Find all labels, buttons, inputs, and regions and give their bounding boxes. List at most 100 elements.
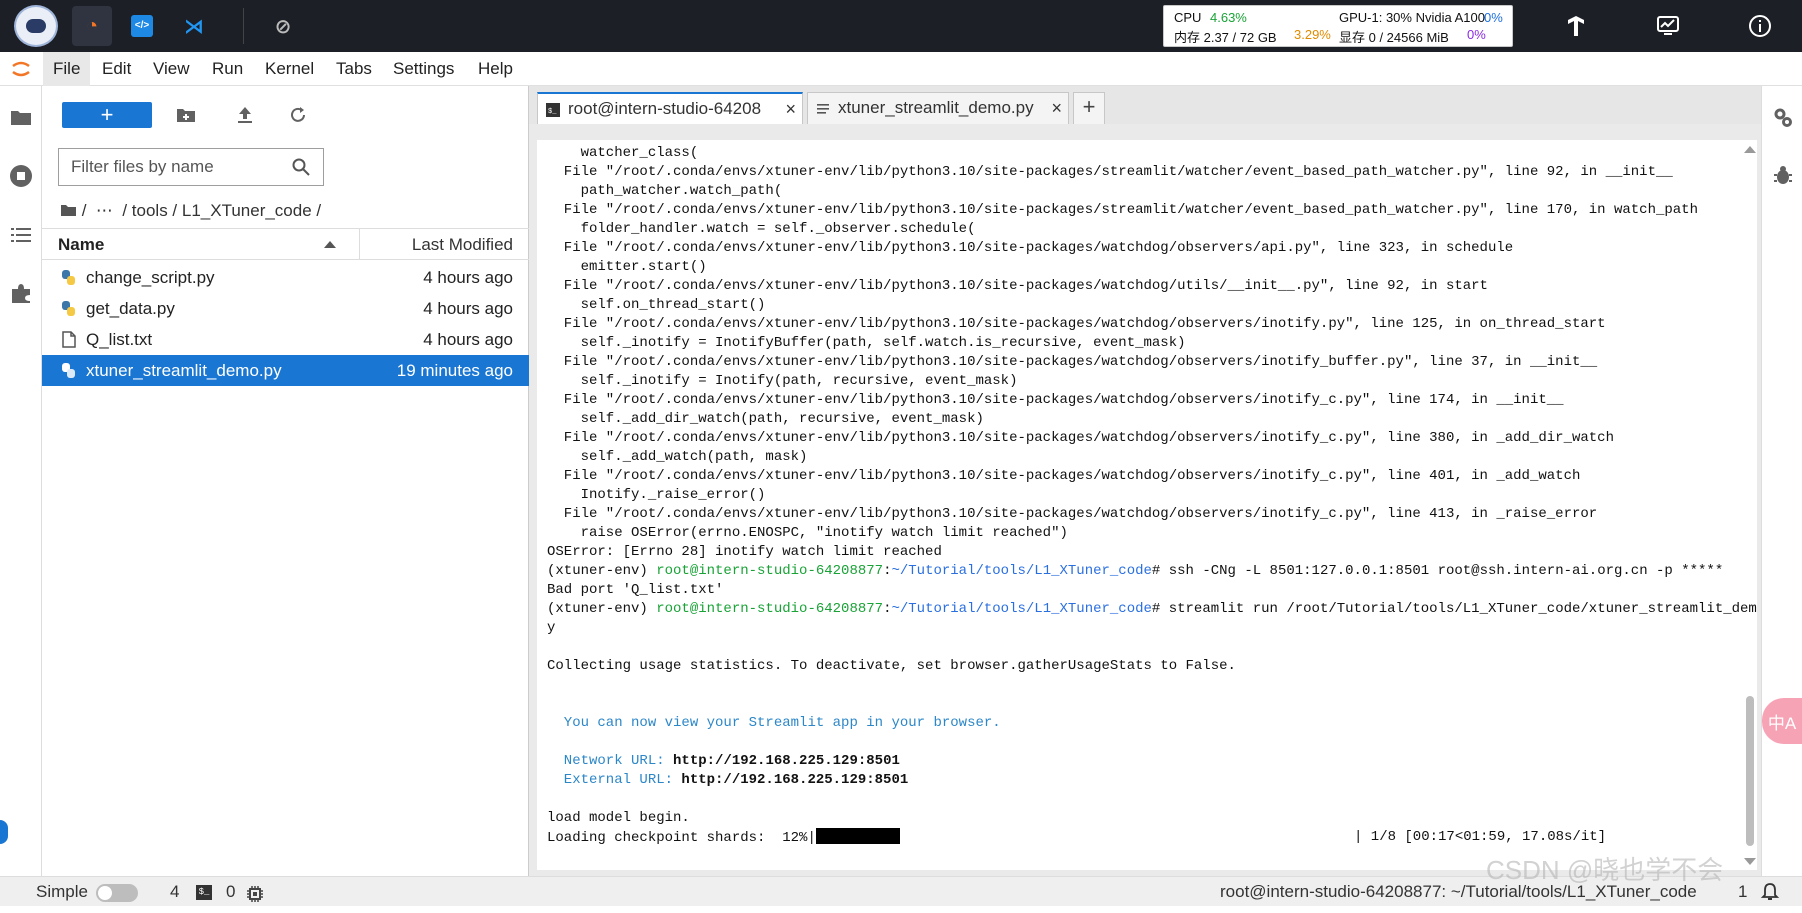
file-row[interactable]: change_script.py 4 hours ago [42, 262, 529, 293]
tab-editor[interactable]: xtuner_streamlit_demo.py × [807, 92, 1069, 124]
terminal-icon[interactable]: $_ [196, 885, 212, 900]
simple-mode-toggle[interactable] [96, 884, 138, 902]
table-of-contents-icon[interactable] [8, 222, 34, 248]
tab-close-icon[interactable]: × [1051, 93, 1062, 123]
scrollbar-thumb[interactable] [1746, 696, 1754, 846]
property-inspector-icon[interactable] [1770, 104, 1796, 130]
file-row[interactable]: Q_list.txt 4 hours ago [42, 324, 529, 355]
network-url[interactable]: http://192.168.225.129:8501 [673, 753, 900, 769]
menu-run[interactable]: Run [202, 52, 253, 86]
file-row-selected[interactable]: xtuner_streamlit_demo.py 19 minutes ago [42, 355, 529, 386]
menu-view[interactable]: View [143, 52, 200, 86]
terminal-icon: $_ [546, 103, 560, 117]
wrapped-line: y [547, 620, 556, 636]
tab-terminal[interactable]: $_ root@intern-studio-64208 × [537, 92, 803, 124]
external-url-line: External URL: http://192.168.225.129:850… [547, 771, 908, 790]
jupyter-app-button[interactable]: ◔ [72, 6, 112, 46]
terminal-line: File "/root/.conda/envs/xtuner-env/lib/p… [547, 164, 1673, 180]
vscode-web-icon: </> [131, 15, 153, 37]
cpu-chip-icon[interactable] [246, 883, 264, 902]
vscode-icon: ⋊ [184, 15, 204, 38]
file-list-header: Name Last Modified [42, 228, 529, 260]
file-name: xtuner_streamlit_demo.py [86, 361, 282, 380]
tensorflow-icon[interactable] [1560, 10, 1592, 42]
terminal-line: File "/root/.conda/envs/xtuner-env/lib/p… [547, 468, 1581, 484]
extensions-icon[interactable] [8, 280, 34, 306]
mem-value: 3.29% [1294, 27, 1331, 42]
jupyter-logo-icon [10, 58, 32, 80]
streamlit-view-msg: You can now view your Streamlit app in y… [547, 715, 1001, 731]
tab-close-icon[interactable]: × [785, 94, 796, 124]
python-file-icon [62, 270, 75, 285]
external-url-label: External URL: [547, 772, 682, 788]
info-icon[interactable] [1744, 10, 1776, 42]
terminal-output[interactable]: watcher_class( File "/root/.conda/envs/x… [537, 140, 1757, 870]
compass-app-button[interactable]: ⊘ [263, 6, 303, 46]
menu-bar: File Edit View Run Kernel Tabs Settings … [0, 52, 1802, 86]
column-modified-header[interactable]: Last Modified [412, 235, 513, 255]
terminal-line: File "/root/.conda/envs/xtuner-env/lib/p… [547, 506, 1598, 522]
terminal-line: File "/root/.conda/envs/xtuner-env/lib/p… [547, 430, 1614, 446]
vscode-app-button[interactable]: ⋊ [174, 6, 214, 46]
folder-icon[interactable] [8, 104, 34, 130]
left-sidebar [0, 86, 42, 876]
prompt-command: # ssh -CNg -L 8501:127.0.0.1:8501 root@s… [1151, 563, 1724, 579]
prompt-host: root@intern-studio-64208877 [656, 563, 884, 579]
file-modified: 4 hours ago [423, 299, 513, 318]
scroll-up-arrow[interactable] [1744, 146, 1756, 153]
intern-studio-logo[interactable] [14, 5, 58, 47]
external-url[interactable]: http://192.168.225.129:8501 [681, 772, 908, 788]
loading-shards-text: Loading checkpoint shards: 12%| [547, 830, 816, 846]
bell-icon[interactable] [1760, 882, 1780, 902]
terminal-line: File "/root/.conda/envs/xtuner-env/lib/p… [547, 392, 1564, 408]
terminal-line: Inotify._raise_error() [547, 487, 766, 503]
column-name-header[interactable]: Name [58, 235, 104, 255]
python-file-icon [62, 363, 75, 378]
prompt-path: ~/Tutorial/tools/L1_XTuner_code [891, 601, 1152, 617]
new-launcher-button[interactable]: + [62, 102, 152, 128]
terminal-line: path_watcher.watch_path( [547, 183, 783, 199]
terminal-line: self._add_watch(path, mask) [547, 449, 808, 465]
simple-mode-label: Simple [36, 882, 88, 901]
sort-ascending-icon [324, 241, 336, 248]
debugger-icon[interactable] [1770, 162, 1796, 188]
menu-file[interactable]: File [43, 52, 91, 86]
bad-port-line: Bad port 'Q_list.txt' [547, 582, 724, 598]
monitor-chart-icon[interactable] [1652, 10, 1684, 42]
prompt-line-streamlit: (xtuner-env) root@intern-studio-64208877… [547, 600, 1757, 619]
topbar-divider [243, 8, 244, 44]
vram-value: 0% [1467, 27, 1486, 42]
translate-icon[interactable]: 中A [1762, 698, 1802, 744]
gpu-value: 0% [1484, 10, 1503, 25]
new-folder-icon[interactable] [173, 102, 199, 128]
terminal-count[interactable]: 4 [170, 877, 179, 907]
vscode-web-app-button[interactable]: </> [122, 6, 162, 46]
menu-help[interactable]: Help [468, 52, 523, 86]
prompt-env: (xtuner-env) [547, 601, 657, 617]
text-file-icon [62, 331, 76, 348]
jupyter-icon: ◔ [85, 14, 99, 37]
menu-edit[interactable]: Edit [92, 52, 141, 86]
file-modified: 4 hours ago [423, 330, 513, 349]
csdn-watermark: CSDN @晓也学不会 [1486, 855, 1724, 885]
running-kernels-icon[interactable] [8, 163, 34, 189]
new-tab-button[interactable]: + [1073, 92, 1105, 124]
kernel-count[interactable]: 0 [226, 877, 235, 907]
menu-settings[interactable]: Settings [383, 52, 464, 86]
file-name: change_script.py [86, 268, 215, 287]
menu-kernel[interactable]: Kernel [255, 52, 324, 86]
terminal-line: self._inotify = Inotify(path, recursive,… [547, 373, 1018, 389]
network-url-line: Network URL: http://192.168.225.129:8501 [547, 752, 900, 771]
file-browser: + Filter files by name / ⋯ / tools / L1_… [42, 86, 529, 876]
upload-icon[interactable] [232, 102, 258, 128]
breadcrumb[interactable]: / ⋯ / tools / L1_XTuner_code / [60, 196, 321, 226]
column-divider[interactable] [359, 229, 360, 259]
home-folder-icon[interactable] [60, 203, 77, 217]
menu-tabs[interactable]: Tabs [326, 52, 382, 86]
file-lines-icon [817, 104, 829, 114]
breadcrumb-path[interactable]: / ⋯ / tools / L1_XTuner_code / [82, 201, 321, 220]
file-filter-input[interactable]: Filter files by name [58, 148, 324, 186]
file-row[interactable]: get_data.py 4 hours ago [42, 293, 529, 324]
refresh-icon[interactable] [285, 102, 311, 128]
scroll-down-arrow[interactable] [1744, 858, 1756, 865]
